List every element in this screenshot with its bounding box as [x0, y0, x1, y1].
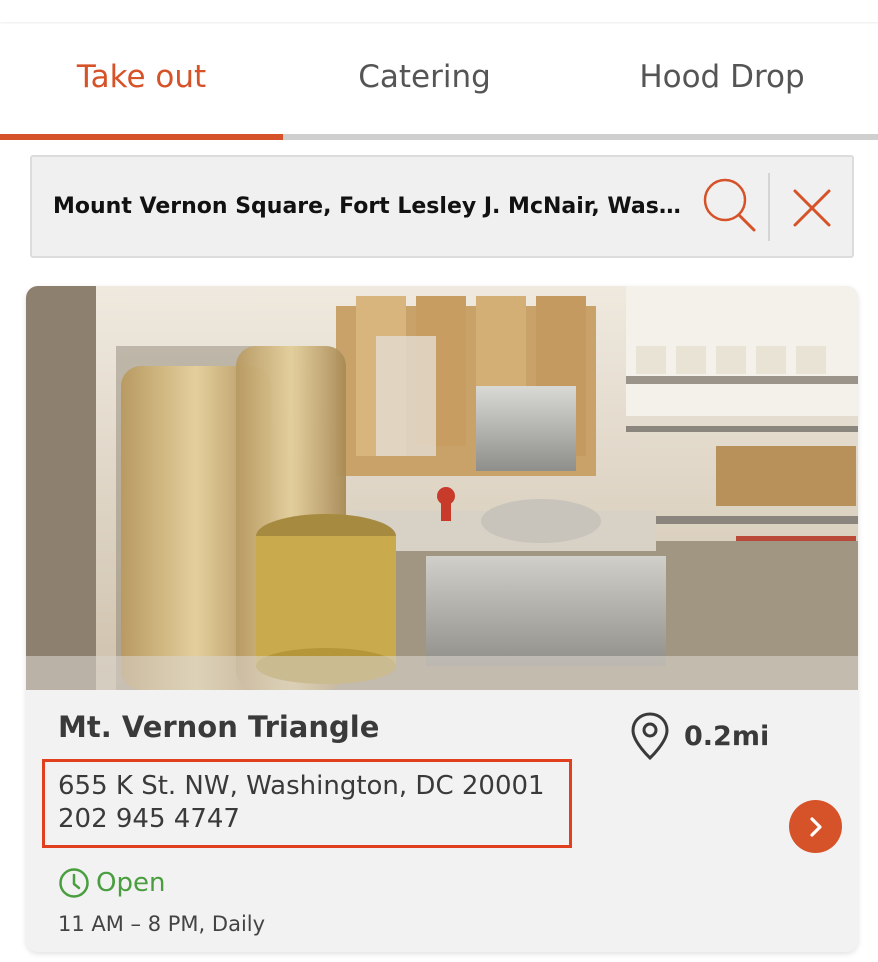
status-label: Open [96, 868, 166, 898]
top-strip [0, 0, 878, 22]
clock-icon [59, 868, 89, 898]
distance-value: 0.2mi [684, 720, 770, 752]
location-address: 655 K St. NW, Washington, DC 20001 [58, 771, 545, 801]
search-divider [768, 173, 770, 241]
location-name: Mt. Vernon Triangle [58, 710, 380, 744]
tab-take-out[interactable]: Take out [0, 22, 283, 132]
search-icon[interactable] [699, 175, 759, 235]
distance-info: 0.2mi [630, 710, 769, 762]
service-tabs: Take out Catering Hood Drop [0, 22, 878, 140]
restaurant-photo [26, 286, 858, 690]
chevron-right-icon [809, 816, 822, 837]
open-status: Open [58, 866, 165, 900]
close-icon[interactable] [787, 183, 837, 233]
location-phone[interactable]: 202 945 4747 [58, 803, 240, 836]
search-input[interactable]: Mount Vernon Square, Fort Lesley J. McNa… [53, 157, 693, 256]
location-card[interactable]: Mt. Vernon Triangle 0.2mi 655 K St. NW, … [26, 286, 858, 952]
opening-hours: 11 AM – 8 PM, Daily [58, 912, 266, 936]
map-pin-icon [631, 712, 669, 761]
tab-catering[interactable]: Catering [283, 22, 566, 132]
location-details-button[interactable] [789, 800, 842, 853]
active-tab-indicator [0, 134, 283, 140]
tab-hood-drop[interactable]: Hood Drop [566, 22, 878, 132]
location-search-box: Mount Vernon Square, Fort Lesley J. McNa… [30, 155, 854, 258]
